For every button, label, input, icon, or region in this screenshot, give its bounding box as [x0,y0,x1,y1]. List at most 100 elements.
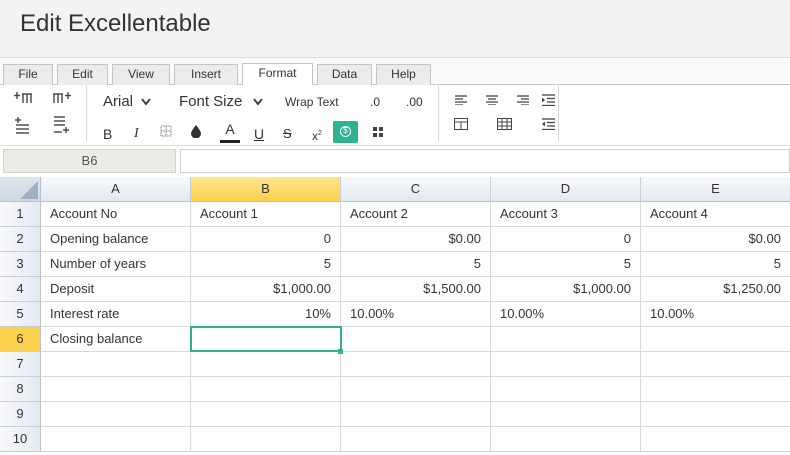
superscript-button[interactable]: x2 [312,126,322,144]
cell-c6[interactable] [341,327,491,352]
cell-d1[interactable]: Account 3 [491,202,641,227]
cell-e2[interactable]: $0.00 [641,227,790,252]
currency-format-button[interactable]: $ [333,121,358,143]
tab-help[interactable]: Help [376,64,431,85]
cell-e7[interactable] [641,352,790,377]
cell-a6[interactable]: Closing balance [41,327,191,352]
row-header[interactable]: 10 [0,427,41,452]
cell-c9[interactable] [341,402,491,427]
cell-b2[interactable]: 0 [191,227,341,252]
cell-a9[interactable] [41,402,191,427]
tab-format[interactable]: Format [242,63,313,85]
cell-c4[interactable]: $1,500.00 [341,277,491,302]
outdent-icon[interactable] [542,118,555,130]
align-center-icon[interactable] [486,95,498,105]
fill-color-icon[interactable] [190,124,202,138]
cell-d5[interactable]: 10.00% [491,302,641,327]
cell-name-box[interactable]: B6 [3,149,176,173]
font-color-button[interactable]: A [219,121,241,143]
insert-row-above-icon[interactable] [14,116,32,134]
cell-a8[interactable] [41,377,191,402]
cell-a2[interactable]: Opening balance [41,227,191,252]
cell-b5[interactable]: 10% [191,302,341,327]
indent-icon[interactable] [542,94,555,106]
formula-input[interactable] [180,149,790,173]
decrease-decimal-button[interactable]: .0 [370,94,380,110]
cell-d10[interactable] [491,427,641,452]
insert-column-left-icon[interactable] [14,91,34,105]
cell-d4[interactable]: $1,000.00 [491,277,641,302]
tab-data[interactable]: Data [317,64,372,85]
select-all-corner[interactable] [0,177,41,202]
number-format-icon[interactable] [372,126,384,138]
cell-e5[interactable]: 10.00% [641,302,790,327]
cell-d3[interactable]: 5 [491,252,641,277]
cell-b7[interactable] [191,352,341,377]
underline-button[interactable]: U [254,126,264,142]
cell-d9[interactable] [491,402,641,427]
cell-b6[interactable] [191,327,341,352]
column-header-e[interactable]: E [641,177,790,202]
cell-a4[interactable]: Deposit [41,277,191,302]
row-header[interactable]: 7 [0,352,41,377]
cell-a1[interactable]: Account No [41,202,191,227]
cell-e9[interactable] [641,402,790,427]
cell-c3[interactable]: 5 [341,252,491,277]
strikethrough-button[interactable]: S [283,126,292,142]
italic-button[interactable]: I [134,126,139,142]
cell-d2[interactable]: 0 [491,227,641,252]
row-header[interactable]: 8 [0,377,41,402]
cell-c10[interactable] [341,427,491,452]
cell-a5[interactable]: Interest rate [41,302,191,327]
table-grid-icon[interactable] [497,118,512,130]
cell-d6[interactable] [491,327,641,352]
column-header-c[interactable]: C [341,177,491,202]
row-header-selected[interactable]: 6 [0,327,41,352]
align-right-icon[interactable] [517,95,529,105]
cell-c7[interactable] [341,352,491,377]
insert-column-right-icon[interactable] [52,91,72,105]
tab-insert[interactable]: Insert [174,64,238,85]
tab-edit[interactable]: Edit [57,64,108,85]
align-left-icon[interactable] [455,95,467,105]
cell-b3[interactable]: 5 [191,252,341,277]
cell-b1[interactable]: Account 1 [191,202,341,227]
row-header[interactable]: 4 [0,277,41,302]
row-header[interactable]: 1 [0,202,41,227]
wrap-text-button[interactable]: Wrap Text [285,94,339,110]
row-header[interactable]: 3 [0,252,41,277]
increase-decimal-button[interactable]: .00 [406,94,423,110]
column-header-d[interactable]: D [491,177,641,202]
cell-e1[interactable]: Account 4 [641,202,790,227]
row-header[interactable]: 5 [0,302,41,327]
cell-c1[interactable]: Account 2 [341,202,491,227]
cell-b10[interactable] [191,427,341,452]
font-family-dropdown[interactable]: Arial [103,94,151,110]
font-size-dropdown[interactable]: Font Size [179,94,263,110]
row-header[interactable]: 2 [0,227,41,252]
cell-c8[interactable] [341,377,491,402]
merge-cells-icon[interactable] [454,118,468,130]
column-header-a[interactable]: A [41,177,191,202]
cell-d8[interactable] [491,377,641,402]
cell-e8[interactable] [641,377,790,402]
row-header[interactable]: 9 [0,402,41,427]
cell-a10[interactable] [41,427,191,452]
cell-e6[interactable] [641,327,790,352]
cell-c2[interactable]: $0.00 [341,227,491,252]
cell-b8[interactable] [191,377,341,402]
tab-file[interactable]: File [3,64,53,85]
cell-c5[interactable]: 10.00% [341,302,491,327]
cell-a3[interactable]: Number of years [41,252,191,277]
cell-e3[interactable]: 5 [641,252,790,277]
cell-d7[interactable] [491,352,641,377]
column-header-b[interactable]: B [191,177,341,202]
cell-b4[interactable]: $1,000.00 [191,277,341,302]
fill-handle[interactable] [338,349,343,354]
cell-e4[interactable]: $1,250.00 [641,277,790,302]
cell-b9[interactable] [191,402,341,427]
cell-a7[interactable] [41,352,191,377]
bold-button[interactable]: B [103,126,112,142]
tab-view[interactable]: View [112,64,170,85]
borders-icon[interactable] [160,125,172,137]
